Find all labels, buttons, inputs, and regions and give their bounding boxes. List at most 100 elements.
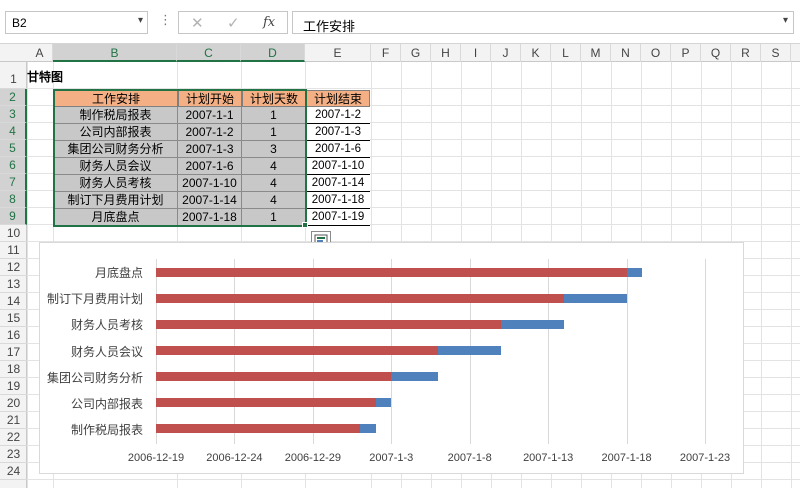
chart-bar-start[interactable] xyxy=(156,398,376,408)
row-header-10[interactable]: 10 xyxy=(0,225,27,242)
row-header-5[interactable]: 5 xyxy=(0,140,27,157)
row-header-24[interactable]: 24 xyxy=(0,463,27,480)
row-header-12[interactable]: 12 xyxy=(0,259,27,276)
row-header-2[interactable]: 2 xyxy=(0,89,27,106)
chart-bar-start[interactable] xyxy=(156,424,360,434)
chart-bar-days[interactable] xyxy=(501,319,564,329)
row-header-9[interactable]: 9 xyxy=(0,208,27,225)
column-header-q[interactable]: Q xyxy=(701,44,731,62)
table-cell[interactable]: 公司内部报表 xyxy=(54,124,178,141)
chart-bar-days[interactable] xyxy=(626,267,643,277)
table-cell[interactable]: 2007-1-18 xyxy=(178,209,242,226)
table-cell[interactable]: 2007-1-2 xyxy=(306,107,370,124)
more-options-icon[interactable]: ⋮ xyxy=(159,12,172,28)
chart-bar-days[interactable] xyxy=(563,293,627,303)
column-header-d[interactable]: D xyxy=(241,44,305,62)
chart-bar-start[interactable] xyxy=(156,267,627,277)
column-header-o[interactable]: O xyxy=(641,44,671,62)
table-cell[interactable]: 制订下月费用计划 xyxy=(54,192,178,209)
column-header-r[interactable]: R xyxy=(731,44,761,62)
table-cell[interactable]: 财务人员会议 xyxy=(54,158,178,175)
table-cell[interactable]: 1 xyxy=(242,124,306,141)
table-cell[interactable]: 2007-1-6 xyxy=(178,158,242,175)
table-cell[interactable]: 2007-1-1 xyxy=(178,107,242,124)
table-cell[interactable]: 2007-1-10 xyxy=(178,175,242,192)
column-header-k[interactable]: K xyxy=(521,44,551,62)
column-header-a[interactable]: A xyxy=(27,44,53,62)
table-cell[interactable]: 4 xyxy=(242,192,306,209)
gantt-chart[interactable]: 2006-12-19 2006-12-24 2006-12-29 2007-1-3 20… xyxy=(39,242,744,474)
insert-function-button[interactable]: fx xyxy=(263,15,275,30)
row-header-14[interactable]: 14 xyxy=(0,293,27,310)
name-box[interactable]: B2 ▾ xyxy=(5,11,148,34)
row-header-6[interactable]: 6 xyxy=(0,157,27,174)
column-header-e[interactable]: E xyxy=(305,44,371,62)
column-header-n[interactable]: N xyxy=(611,44,641,62)
formula-input[interactable]: 工作安排 ▾ xyxy=(292,11,794,34)
table-cell[interactable]: 2007-1-10 xyxy=(306,158,370,175)
chart-bar-days[interactable] xyxy=(391,372,439,382)
table-header-cell[interactable]: 计划天数 xyxy=(242,90,306,107)
table-cell[interactable]: 3 xyxy=(242,141,306,158)
column-header-j[interactable]: J xyxy=(491,44,521,62)
chart-bar-days[interactable] xyxy=(438,346,502,355)
table-header-cell[interactable]: 工作安排 xyxy=(54,90,178,107)
fill-handle[interactable] xyxy=(302,222,308,228)
column-header-f[interactable]: F xyxy=(371,44,401,62)
table-cell[interactable]: 4 xyxy=(242,175,306,192)
row-header-3[interactable]: 3 xyxy=(0,106,27,123)
row-header-23[interactable]: 23 xyxy=(0,446,27,463)
column-header-b[interactable]: B xyxy=(53,44,177,62)
table-cell[interactable]: 1 xyxy=(242,107,306,124)
row-header-8[interactable]: 8 xyxy=(0,191,27,208)
row-header-22[interactable]: 22 xyxy=(0,429,27,446)
table-cell[interactable]: 2007-1-3 xyxy=(306,124,370,141)
column-header-h[interactable]: H xyxy=(431,44,461,62)
enter-icon[interactable]: ✓ xyxy=(227,14,240,32)
chart-bar-days[interactable] xyxy=(375,398,392,408)
row-header-11[interactable]: 11 xyxy=(0,242,27,259)
table-cell[interactable]: 制作税局报表 xyxy=(54,107,178,124)
column-header-s[interactable]: S xyxy=(761,44,791,62)
table-cell[interactable]: 2007-1-6 xyxy=(306,141,370,158)
row-header-19[interactable]: 19 xyxy=(0,378,27,395)
table-cell[interactable]: 2007-1-14 xyxy=(306,175,370,192)
column-header-p[interactable]: P xyxy=(671,44,701,62)
row-header-21[interactable]: 21 xyxy=(0,412,27,429)
column-header-c[interactable]: C xyxy=(177,44,241,62)
chevron-down-icon[interactable]: ▾ xyxy=(138,15,143,26)
table-cell[interactable]: 1 xyxy=(242,209,306,226)
sheet-title[interactable]: 甘特图 xyxy=(27,68,63,85)
column-header-l[interactable]: L xyxy=(551,44,581,62)
row-header-18[interactable]: 18 xyxy=(0,361,27,378)
table-cell[interactable]: 4 xyxy=(242,158,306,175)
chart-bar-start[interactable] xyxy=(156,372,392,382)
row-header-13[interactable]: 13 xyxy=(0,276,27,293)
row-header-7[interactable]: 7 xyxy=(0,174,27,191)
cancel-icon[interactable]: ✕ xyxy=(191,14,204,32)
table-cell[interactable]: 2007-1-18 xyxy=(306,192,370,209)
chart-bar-start[interactable] xyxy=(156,293,564,303)
table-header-cell[interactable]: 计划结束 xyxy=(306,90,370,107)
table-cell[interactable]: 集团公司财务分析 xyxy=(54,141,178,158)
chart-bar-days[interactable] xyxy=(359,424,376,434)
table-cell[interactable]: 月底盘点 xyxy=(54,209,178,226)
column-header-m[interactable]: M xyxy=(581,44,611,62)
chart-bar-start[interactable] xyxy=(156,346,439,355)
table-header-cell[interactable]: 计划开始 xyxy=(178,90,242,107)
table-cell[interactable]: 财务人员考核 xyxy=(54,175,178,192)
table-cell[interactable]: 2007-1-3 xyxy=(178,141,242,158)
table-cell[interactable]: 2007-1-19 xyxy=(306,209,370,226)
row-header-20[interactable]: 20 xyxy=(0,395,27,412)
expand-formula-icon[interactable]: ▾ xyxy=(783,15,788,26)
column-header-g[interactable]: G xyxy=(401,44,431,62)
chart-bar-start[interactable] xyxy=(156,319,502,329)
row-header-1[interactable]: 1 xyxy=(0,62,27,89)
row-header-16[interactable]: 16 xyxy=(0,327,27,344)
row-header-4[interactable]: 4 xyxy=(0,123,27,140)
row-header-17[interactable]: 17 xyxy=(0,344,27,361)
table-cell[interactable]: 2007-1-2 xyxy=(178,124,242,141)
column-header-i[interactable]: I xyxy=(461,44,491,62)
table-cell[interactable]: 2007-1-14 xyxy=(178,192,242,209)
row-header-15[interactable]: 15 xyxy=(0,310,27,327)
